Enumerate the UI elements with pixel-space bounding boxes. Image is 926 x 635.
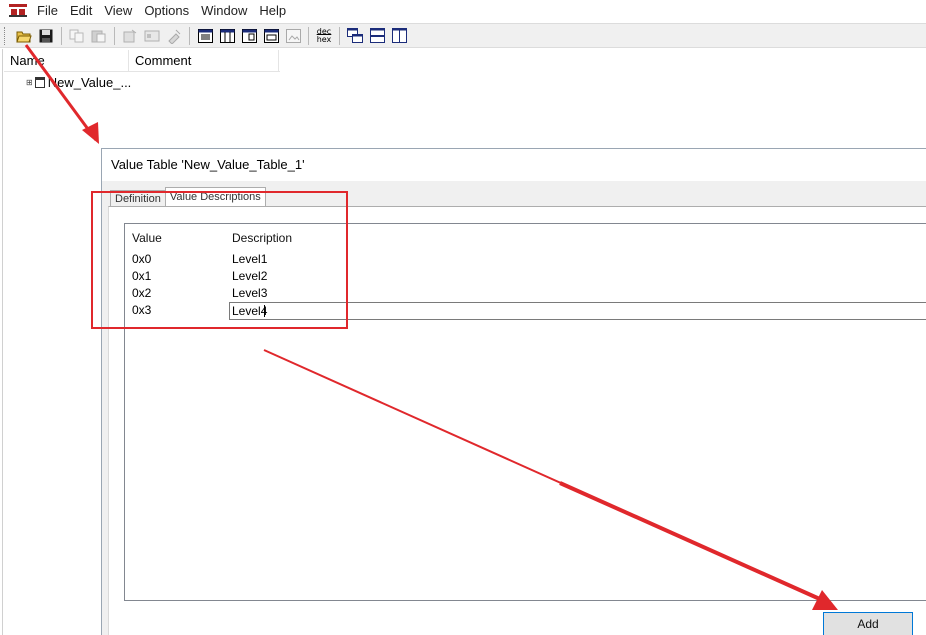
window-view-icon[interactable] <box>262 27 280 45</box>
hex-label: hex <box>316 34 332 44</box>
app-logo-icon <box>9 3 27 19</box>
menu-options[interactable]: Options <box>138 0 195 22</box>
cell-value: 0x0 <box>132 252 152 266</box>
list-view-icon[interactable] <box>196 27 214 45</box>
toolbar-separator <box>308 26 309 45</box>
mdi-border <box>0 49 3 635</box>
copy-icon[interactable] <box>68 27 86 45</box>
table-view-icon[interactable] <box>218 27 236 45</box>
cell-description: Level1 <box>232 252 268 266</box>
save-icon[interactable] <box>37 27 55 45</box>
tile-vertical-icon[interactable] <box>390 27 408 45</box>
tab-page-value-descriptions: Value Description 0x0 Level1 0x1 Level2 … <box>108 206 926 635</box>
description-edit-field[interactable]: Level4 <box>229 302 926 320</box>
tree-item-label: New_Value_... <box>47 75 132 90</box>
value-table-dialog: Value Table 'New_Value_Table_1' Definiti… <box>101 148 926 635</box>
table-row[interactable]: 0x3 Level4 <box>125 302 926 320</box>
menu-bar: File Edit View Options Window Help <box>0 0 926 22</box>
menu-edit[interactable]: Edit <box>64 0 98 22</box>
cascade-windows-icon[interactable] <box>346 27 364 45</box>
tree-item[interactable]: ⊞ New_Value_... <box>26 75 131 90</box>
column-header-comment[interactable]: Comment <box>129 50 279 71</box>
annotation-arrowhead <box>82 122 99 144</box>
table-row[interactable]: 0x0 Level1 <box>125 251 926 268</box>
toolbar-separator <box>339 26 340 45</box>
value-table-icon <box>34 77 45 88</box>
detail-view-icon[interactable] <box>240 27 258 45</box>
table-row[interactable]: 0x2 Level3 <box>125 285 926 302</box>
toolbar-grip[interactable] <box>4 26 7 45</box>
toolbar-separator <box>114 26 115 45</box>
add-button[interactable]: Add <box>823 612 913 635</box>
open-folder-icon[interactable] <box>15 27 33 45</box>
image-view-icon[interactable] <box>284 27 302 45</box>
value-descriptions-grid[interactable]: Value Description 0x0 Level1 0x1 Level2 … <box>124 223 926 601</box>
tab-value-descriptions[interactable]: Value Descriptions <box>164 187 266 207</box>
cell-description: Level3 <box>232 286 268 300</box>
grid-header-description[interactable]: Description <box>232 231 292 245</box>
grid-header-value[interactable]: Value <box>132 231 162 245</box>
list-header: Name Comment <box>4 50 280 72</box>
cell-value: 0x2 <box>132 286 152 300</box>
menu-window[interactable]: Window <box>195 0 253 22</box>
tab-strip: Definition Value Descriptions <box>110 187 266 207</box>
text-caret <box>264 305 265 317</box>
toolbar: dec hex <box>0 23 926 48</box>
column-header-name[interactable]: Name <box>4 50 129 71</box>
dec-hex-toggle-icon[interactable]: dec hex <box>315 27 333 45</box>
properties-icon[interactable] <box>143 27 161 45</box>
toolbar-separator <box>61 26 62 45</box>
cell-value: 0x3 <box>132 303 152 317</box>
toolbar-separator <box>189 26 190 45</box>
description-edit-text: Level4 <box>232 304 268 318</box>
menu-file[interactable]: File <box>31 0 64 22</box>
tool-icon[interactable] <box>165 27 183 45</box>
cell-description: Level2 <box>232 269 268 283</box>
table-row[interactable]: 0x1 Level2 <box>125 268 926 285</box>
cell-value: 0x1 <box>132 269 152 283</box>
menu-help[interactable]: Help <box>253 0 292 22</box>
dialog-title: Value Table 'New_Value_Table_1' <box>102 149 926 181</box>
menu-view[interactable]: View <box>98 0 138 22</box>
tile-horizontal-icon[interactable] <box>368 27 386 45</box>
tab-definition[interactable]: Definition <box>110 190 166 207</box>
expand-icon[interactable]: ⊞ <box>26 78 33 87</box>
paste-icon[interactable] <box>90 27 108 45</box>
new-object-icon[interactable] <box>121 27 139 45</box>
